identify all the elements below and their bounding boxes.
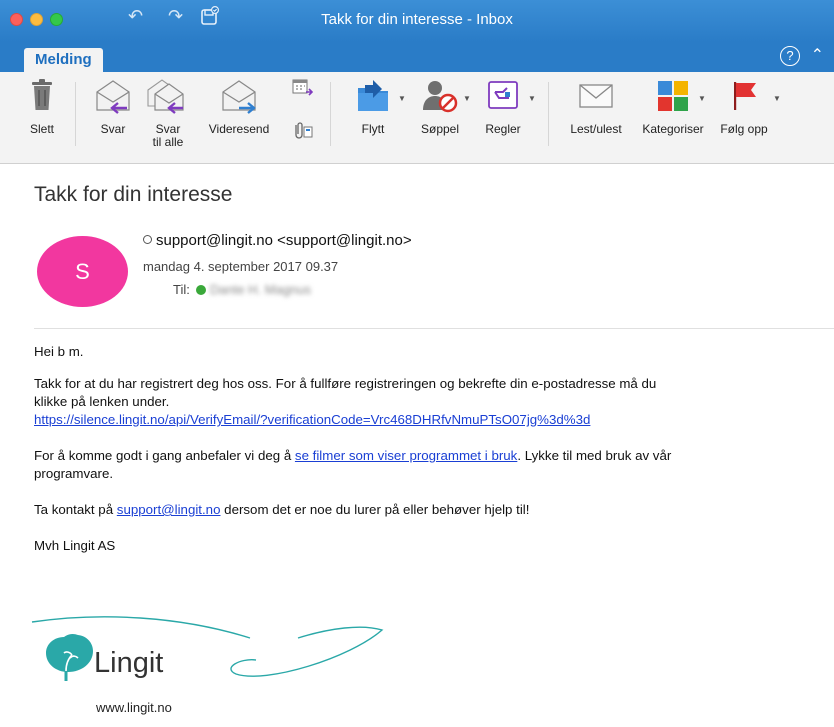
help-button[interactable]: ? xyxy=(780,46,800,66)
categorize-label: Kategoriser xyxy=(642,122,704,136)
recipient-row: Til: Dante H. Magnus xyxy=(173,282,311,297)
reply-all-button[interactable]: Svar til alle xyxy=(144,78,192,148)
lingit-url: www.lingit.no xyxy=(96,700,172,715)
sender-row[interactable]: support@lingit.no <support@lingit.no> xyxy=(143,232,412,249)
follow-up-button[interactable]: Følg opp xyxy=(712,78,776,136)
window-title: Takk for din interesse - Inbox xyxy=(321,11,513,28)
collapse-ribbon-icon[interactable]: ⌃ xyxy=(811,45,824,65)
lingit-wordmark: Lingit xyxy=(94,647,164,679)
move-dropdown-icon[interactable]: ▼ xyxy=(398,94,406,103)
paragraph-text: . Lykke til med bruk av vår xyxy=(517,448,672,463)
paragraph-line: klikke på lenken under. xyxy=(34,394,170,409)
junk-dropdown-icon[interactable]: ▼ xyxy=(463,94,471,103)
online-status-icon xyxy=(195,285,206,295)
reply-all-icon xyxy=(147,79,184,114)
reply-icon xyxy=(96,80,130,114)
move-label: Flytt xyxy=(361,122,385,136)
follow-up-label: Følg opp xyxy=(720,122,768,136)
greeting: Hei b m. xyxy=(34,344,84,359)
delete-button[interactable]: Slett xyxy=(22,78,62,136)
attachment-button[interactable] xyxy=(289,121,315,141)
recipient-name[interactable]: Dante H. Magnus xyxy=(210,282,311,297)
read-unread-button[interactable]: Lest/ulest xyxy=(562,78,630,136)
trash-icon xyxy=(32,79,52,110)
meeting-button[interactable] xyxy=(289,78,315,98)
ribbon: Slett Svar Svar til alle Videresend Flyt… xyxy=(0,72,834,164)
signoff: Mvh Lingit AS xyxy=(34,538,116,553)
to-label: Til: xyxy=(173,282,190,297)
rules-button[interactable]: Regler xyxy=(478,78,528,136)
categorize-dropdown-icon[interactable]: ▼ xyxy=(698,94,706,103)
junk-icon xyxy=(423,81,458,113)
ribbon-tab-row: Melding ? ⌃ xyxy=(0,42,834,72)
forward-label: Videresend xyxy=(208,122,270,136)
videos-link[interactable]: se filmer som viser programmet i bruk xyxy=(295,448,517,463)
junk-label: Søppel xyxy=(420,122,460,136)
lingit-logo-graphic xyxy=(31,616,384,681)
reply-all-label-2: til alle xyxy=(152,135,184,149)
title-bar: ↶ ↷ Takk for din interesse - Inbox xyxy=(0,0,834,42)
header-divider xyxy=(34,328,834,329)
divider xyxy=(75,82,76,146)
categorize-button[interactable]: Kategoriser xyxy=(635,78,711,136)
paragraph-3: Ta kontakt på support@lingit.no dersom d… xyxy=(34,501,834,519)
message-date: mandag 4. september 2017 09.37 xyxy=(143,259,339,274)
rules-label: Regler xyxy=(485,122,521,136)
rules-dropdown-icon[interactable]: ▼ xyxy=(528,94,536,103)
calendar-icon xyxy=(292,79,313,96)
paragraph-text: Ta kontakt på xyxy=(34,502,117,517)
avatar: S xyxy=(37,236,128,307)
move-folder-icon xyxy=(358,80,388,111)
avatar-letter: S xyxy=(75,259,90,284)
envelope-icon xyxy=(579,84,613,108)
read-unread-label: Lest/ulest xyxy=(570,122,622,136)
delete-label: Slett xyxy=(29,122,54,136)
paragraph-line: programvare. xyxy=(34,466,114,481)
follow-up-dropdown-icon[interactable]: ▼ xyxy=(773,94,781,103)
sender[interactable]: support@lingit.no <support@lingit.no> xyxy=(156,232,412,249)
attachment-icon xyxy=(295,122,313,139)
tab-melding[interactable]: Melding xyxy=(24,48,103,72)
paragraph-text: dersom det er noe du lurer på eller behø… xyxy=(220,502,530,517)
forward-icon xyxy=(222,80,256,114)
forward-button[interactable]: Videresend xyxy=(200,78,278,136)
message-subject: Takk for din interesse xyxy=(34,183,233,206)
divider xyxy=(330,82,331,146)
paragraph-2: For å komme godt i gang anbefaler vi deg… xyxy=(34,447,834,465)
flag-icon xyxy=(734,82,756,110)
reply-button[interactable]: Svar xyxy=(90,78,136,136)
move-button[interactable]: Flytt xyxy=(350,78,396,136)
message-body: Hei b m. Takk for at du har registrert d… xyxy=(34,343,834,555)
verify-email-link[interactable]: https://silence.lingit.no/api/VerifyEmai… xyxy=(34,412,590,427)
junk-button[interactable]: Søppel xyxy=(414,78,466,136)
categorize-icon xyxy=(658,81,688,111)
support-email-link[interactable]: support@lingit.no xyxy=(117,502,221,517)
paragraph-line: Takk for at du har registrert deg hos os… xyxy=(34,376,657,391)
rules-icon xyxy=(488,81,518,109)
reply-label: Svar xyxy=(100,122,126,136)
divider xyxy=(548,82,549,146)
presence-status-icon xyxy=(143,235,152,244)
paragraph-text: For å komme godt i gang anbefaler vi deg… xyxy=(34,448,295,463)
